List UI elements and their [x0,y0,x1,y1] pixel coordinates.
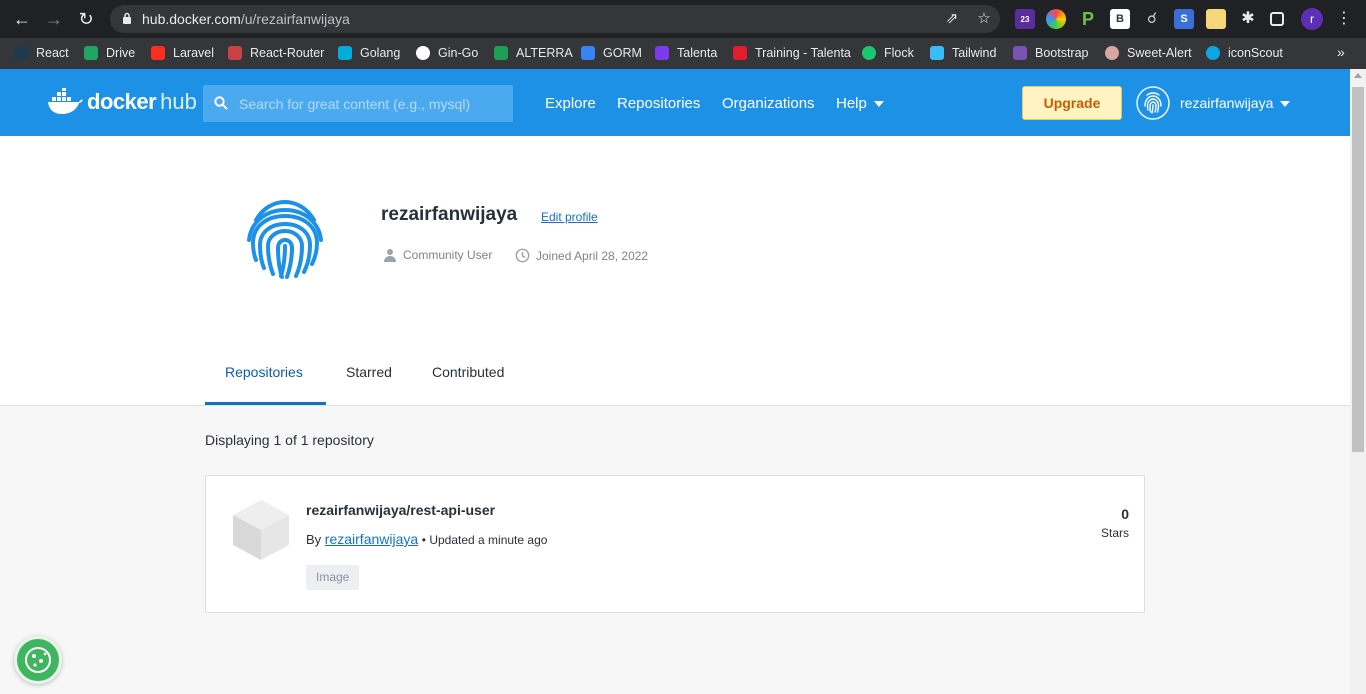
clock-icon [515,248,530,263]
nav-help[interactable]: Help [836,95,884,112]
flock-icon [862,46,876,60]
bookmark-gorm[interactable]: GORM [581,44,642,62]
extension-p-icon[interactable]: P [1078,9,1098,29]
page-scrollbar[interactable] [1350,69,1366,694]
side-panel-icon[interactable] [1270,12,1284,26]
joined-date-text: Joined April 28, 2022 [536,248,649,263]
repo-cube-icon [233,500,289,560]
profile-section: rezairfanwijaya Edit profile Community U… [0,136,1350,406]
repo-by-label: By [306,532,322,547]
bookmark-laravel[interactable]: Laravel [151,44,214,62]
bookmark-tailwind[interactable]: Tailwind [930,44,996,62]
cookie-settings-button[interactable] [14,636,62,684]
bookmark-alterra[interactable]: ALTERRA [494,44,573,62]
reload-icon[interactable]: ↻ [74,7,98,31]
dockerhub-logo[interactable]: docker hub [47,87,197,117]
bookmark-flock[interactable]: Flock [862,44,914,62]
bookmark-talenta[interactable]: Talenta [655,44,717,62]
repo-updated-text: • Updated a minute ago [421,533,548,547]
chevron-down-icon [873,101,884,108]
drive-icon [84,46,98,60]
profile-username: rezairfanwijaya [381,204,518,225]
extension-s-icon[interactable]: S [1174,9,1194,29]
search-box [203,85,513,122]
bootstrap-icon [1013,46,1027,60]
bookmark-bootstrap[interactable]: Bootstrap [1013,44,1089,62]
stars-label: Stars [1100,526,1129,540]
bookmark-react-router[interactable]: React-Router [228,44,324,62]
address-bar[interactable]: hub.docker.com/u/rezairfanwijaya ⇗ ☆ [110,5,1000,33]
bookmark-iconscout[interactable]: iconScout [1206,44,1283,62]
laravel-icon [151,46,165,60]
react-icon [14,46,28,60]
url-text: hub.docker.com/u/rezairfanwijaya [142,11,350,27]
bookmark-drive[interactable]: Drive [84,44,135,62]
user-menu[interactable]: rezairfanwijaya [1180,95,1291,111]
repo-name[interactable]: rezairfanwijaya/rest-api-user [306,502,495,518]
display-count-text: Displaying 1 of 1 repository [205,432,374,448]
lock-icon [123,12,131,24]
extension-color-icon[interactable] [1046,9,1066,29]
bookmark-react[interactable]: React [14,44,69,62]
share-icon[interactable]: ⇗ [944,11,960,27]
user-icon [384,249,396,262]
extension-b-icon[interactable]: B [1110,9,1130,29]
dockerhub-header: docker hub Explore Repositories Organiza… [0,69,1350,136]
upgrade-button[interactable]: Upgrade [1022,86,1122,120]
docker-whale-icon [48,88,83,114]
golang-icon [338,46,352,60]
tailwind-icon [930,46,944,60]
extension-note-icon[interactable] [1206,9,1226,29]
bookmark-sweet-alert[interactable]: Sweet-Alert [1105,44,1192,62]
profile-fingerprint-icon [247,199,323,279]
active-tab-underline [205,402,326,405]
community-user-meta: Community User [383,248,492,262]
repo-owner-link[interactable]: rezairfanwijaya [325,531,418,547]
search-input[interactable] [239,85,509,122]
logo-docker-text: docker [87,89,157,114]
github-icon [416,46,430,60]
user-type-text: Community User [403,248,493,262]
scroll-up-arrow-icon[interactable] [1354,73,1362,78]
talenta-icon [655,46,669,60]
joined-meta: Joined April 28, 2022 [515,248,648,263]
more-bookmarks-icon[interactable]: » [1337,44,1345,60]
browser-toolbar: ← → ↻ hub.docker.com/u/rezairfanwijaya ⇗… [0,0,1366,38]
extensions-puzzle-icon[interactable]: ✱ [1238,9,1258,29]
nav-organizations[interactable]: Organizations [722,95,815,112]
bookmark-training-talenta[interactable]: Training - Talenta [733,44,851,62]
repo-type-badge: Image [306,565,360,590]
repository-card[interactable]: rezairfanwijaya/rest-api-user By rezairf… [205,475,1145,613]
bookmark-golang[interactable]: Golang [338,44,400,62]
stars-count: 0 [1121,506,1129,522]
nav-repositories[interactable]: Repositories [617,95,700,112]
training-icon [733,46,747,60]
extension-search-icon[interactable]: ☌ [1142,9,1162,29]
edit-profile-link[interactable]: Edit profile [541,210,598,224]
repo-byline: By rezairfanwijaya • Updated a minute ag… [306,531,547,547]
chevron-down-icon [1280,101,1291,108]
react-router-icon [228,46,242,60]
bookmark-star-icon[interactable]: ☆ [976,11,992,27]
browser-profile-avatar[interactable]: r [1301,8,1323,30]
gorm-icon [581,46,595,60]
nav-explore[interactable]: Explore [545,95,596,112]
tab-repositories[interactable]: Repositories [225,364,303,380]
logo-hub-text: hub [160,89,197,114]
cookie-icon [25,647,51,673]
extension-icon-badge[interactable]: 23 [1015,9,1035,29]
bookmarks-bar: React Drive Laravel React-Router Golang … [0,38,1366,69]
alterra-icon [494,46,508,60]
back-icon[interactable]: ← [10,7,34,31]
browser-menu-icon[interactable]: ⋮ [1336,8,1352,30]
user-avatar-fingerprint-icon[interactable] [1136,86,1170,120]
bookmark-gin-go[interactable]: Gin-Go [416,44,478,62]
tab-contributed[interactable]: Contributed [432,364,504,380]
sweet-alert-icon [1105,46,1119,60]
iconscout-icon [1206,46,1220,60]
search-icon [214,96,228,110]
forward-icon[interactable]: → [42,7,66,31]
tab-starred[interactable]: Starred [346,364,392,380]
scroll-thumb[interactable] [1352,87,1364,452]
